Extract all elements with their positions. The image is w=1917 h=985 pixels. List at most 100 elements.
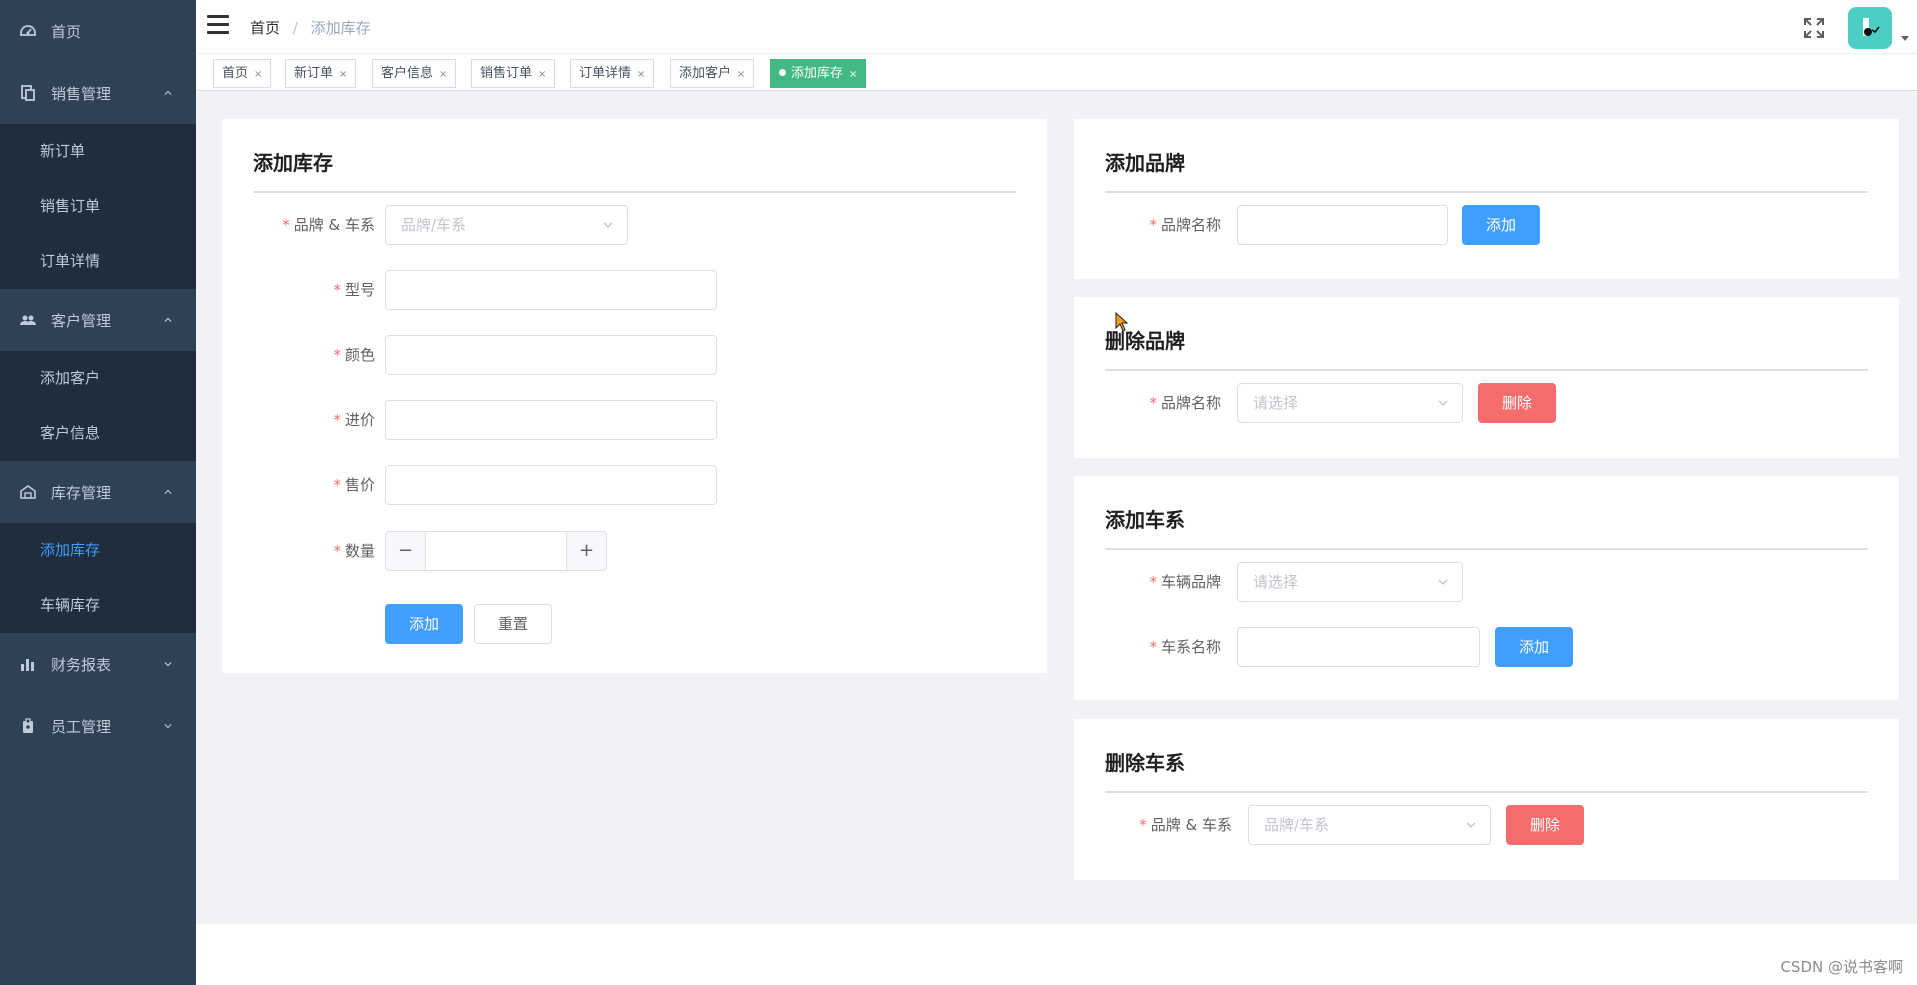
close-icon[interactable]: × xyxy=(254,69,262,80)
purchase-price-input[interactable] xyxy=(385,400,717,440)
close-icon[interactable]: × xyxy=(439,69,447,80)
brand-select[interactable]: 请选择 xyxy=(1237,383,1463,423)
close-icon[interactable]: × xyxy=(538,69,546,80)
navbar: 首页 / 添加库存 xyxy=(196,0,1917,54)
close-icon[interactable]: × xyxy=(737,69,745,80)
purchase-price-label: * 进价 xyxy=(333,411,375,429)
tag-label: 首页 xyxy=(222,66,249,81)
breadcrumb-current: 添加库存 xyxy=(310,19,371,37)
sidebar-item-label: 员工管理 xyxy=(51,717,112,736)
chevron-down-icon xyxy=(164,662,172,667)
add-inventory-button[interactable]: 添加 xyxy=(385,604,463,644)
tag-customer-info[interactable]: 客户信息 × xyxy=(372,59,457,88)
card-title: 添加车系 xyxy=(1105,508,1185,532)
delete-series-card: 删除车系 * 品牌 & 车系 品牌/车系 删除 xyxy=(1074,719,1899,880)
avatar-image-icon xyxy=(1863,18,1880,36)
series-name-input[interactable] xyxy=(1237,627,1480,667)
sale-price-input[interactable] xyxy=(385,465,717,505)
card-title: 添加库存 xyxy=(253,151,333,175)
sidebar-item-sales-orders[interactable]: 销售订单 xyxy=(0,179,196,234)
tag-order-details[interactable]: 订单详情 × xyxy=(570,59,655,88)
close-icon[interactable]: × xyxy=(339,69,347,80)
sidebar-item-finance[interactable]: 财务报表 xyxy=(0,633,196,695)
quantity-stepper[interactable]: − + xyxy=(385,531,607,571)
chevron-down-icon xyxy=(164,724,172,729)
close-icon[interactable]: × xyxy=(849,69,857,80)
sidebar-item-vehicle-inventory[interactable]: 车辆库存 xyxy=(0,578,196,633)
avatar[interactable] xyxy=(1848,7,1892,49)
sales-submenu: 新订单 销售订单 订单详情 xyxy=(0,124,196,289)
add-brand-card: 添加品牌 * 品牌名称 添加 xyxy=(1074,119,1899,279)
chevron-down-icon xyxy=(1438,400,1448,406)
tag-sales-orders[interactable]: 销售订单 × xyxy=(471,59,556,88)
caret-down-icon[interactable] xyxy=(1901,36,1909,41)
select-placeholder: 请选择 xyxy=(1253,394,1299,412)
document-icon xyxy=(20,85,36,101)
sidebar-item-label: 销售管理 xyxy=(51,84,112,103)
hamburger-menu-icon[interactable] xyxy=(207,15,229,35)
fullscreen-icon[interactable] xyxy=(1803,17,1825,39)
vehicle-brand-select[interactable]: 请选择 xyxy=(1237,562,1463,602)
sidebar-item-home[interactable]: 首页 xyxy=(0,0,196,62)
chevron-down-icon xyxy=(1466,822,1476,828)
tag-home[interactable]: 首页 × xyxy=(213,59,272,88)
divider xyxy=(253,191,1016,193)
add-brand-button[interactable]: 添加 xyxy=(1462,205,1540,245)
decrement-button[interactable]: − xyxy=(386,532,426,570)
divider xyxy=(1105,191,1868,193)
close-icon[interactable]: × xyxy=(637,69,645,80)
chevron-down-icon xyxy=(603,222,613,228)
tag-add-inventory[interactable]: 添加库存 × xyxy=(770,59,867,88)
inventory-submenu: 添加库存 车辆库存 xyxy=(0,523,196,633)
color-input[interactable] xyxy=(385,335,717,375)
sidebar-item-sales[interactable]: 销售管理 xyxy=(0,62,196,124)
active-dot-icon xyxy=(779,69,786,76)
add-inventory-card: 添加库存 * 品牌 & 车系 品牌/车系 * 型号 * 颜色 * 进价 * 售价 * 数量 xyxy=(222,119,1047,673)
model-input[interactable] xyxy=(385,270,717,310)
increment-button[interactable]: + xyxy=(566,532,606,570)
breadcrumb: 首页 / 添加库存 xyxy=(250,17,371,38)
dashboard-icon xyxy=(20,23,36,39)
model-label: * 型号 xyxy=(333,281,375,299)
select-placeholder: 品牌/车系 xyxy=(1264,816,1330,834)
add-series-card: 添加车系 * 车辆品牌 请选择 * 车系名称 添加 xyxy=(1074,476,1899,700)
brand-series-select[interactable]: 品牌/车系 xyxy=(385,205,628,245)
chevron-down-icon xyxy=(1438,579,1448,585)
customers-submenu: 添加客户 客户信息 xyxy=(0,351,196,461)
sidebar-item-inventory[interactable]: 库存管理 xyxy=(0,461,196,523)
reset-button[interactable]: 重置 xyxy=(474,604,552,644)
select-placeholder: 品牌/车系 xyxy=(401,216,467,234)
sidebar-item-customers[interactable]: 客户管理 xyxy=(0,289,196,351)
sidebar-item-staff[interactable]: 员工管理 xyxy=(0,695,196,757)
mouse-cursor-icon xyxy=(1115,312,1129,332)
tag-label: 客户信息 xyxy=(381,66,434,81)
chevron-up-icon xyxy=(164,317,172,322)
chart-icon xyxy=(20,656,36,672)
tag-add-customer[interactable]: 添加客户 × xyxy=(670,59,755,88)
add-series-button[interactable]: 添加 xyxy=(1495,627,1573,667)
brand-series-select[interactable]: 品牌/车系 xyxy=(1248,805,1491,845)
tags-view: 首页 × 新订单 × 客户信息 × 销售订单 × 订单详情 × 添加客户 × 添加库存 × xyxy=(196,55,1917,91)
sidebar-item-label: 库存管理 xyxy=(51,483,112,502)
sidebar: 首页 销售管理 新订单 销售订单 订单详情 客户管理 添加客户 客户信息 库存管… xyxy=(0,0,196,985)
brand-name-input[interactable] xyxy=(1237,205,1448,245)
breadcrumb-home[interactable]: 首页 xyxy=(250,19,280,37)
sidebar-item-order-details[interactable]: 订单详情 xyxy=(0,234,196,289)
watermark: CSDN @说书客啊 xyxy=(1780,958,1903,976)
tag-new-order[interactable]: 新订单 × xyxy=(285,59,357,88)
chevron-up-icon xyxy=(164,90,172,95)
tag-label: 订单详情 xyxy=(579,66,632,81)
sidebar-item-customer-info[interactable]: 客户信息 xyxy=(0,406,196,461)
sidebar-item-new-order[interactable]: 新订单 xyxy=(0,124,196,179)
delete-series-button[interactable]: 删除 xyxy=(1506,805,1584,845)
color-label: * 颜色 xyxy=(333,346,375,364)
badge-icon xyxy=(20,718,36,734)
sidebar-item-add-customer[interactable]: 添加客户 xyxy=(0,351,196,406)
divider xyxy=(1105,369,1868,371)
sidebar-item-add-inventory[interactable]: 添加库存 xyxy=(0,523,196,578)
delete-brand-card: 删除品牌 * 品牌名称 请选择 删除 xyxy=(1074,297,1899,458)
tag-label: 销售订单 xyxy=(480,66,533,81)
delete-brand-button[interactable]: 删除 xyxy=(1478,383,1556,423)
brand-name-label: * 品牌名称 xyxy=(1149,216,1221,234)
brand-series-label: * 品牌 & 车系 xyxy=(1139,816,1232,834)
